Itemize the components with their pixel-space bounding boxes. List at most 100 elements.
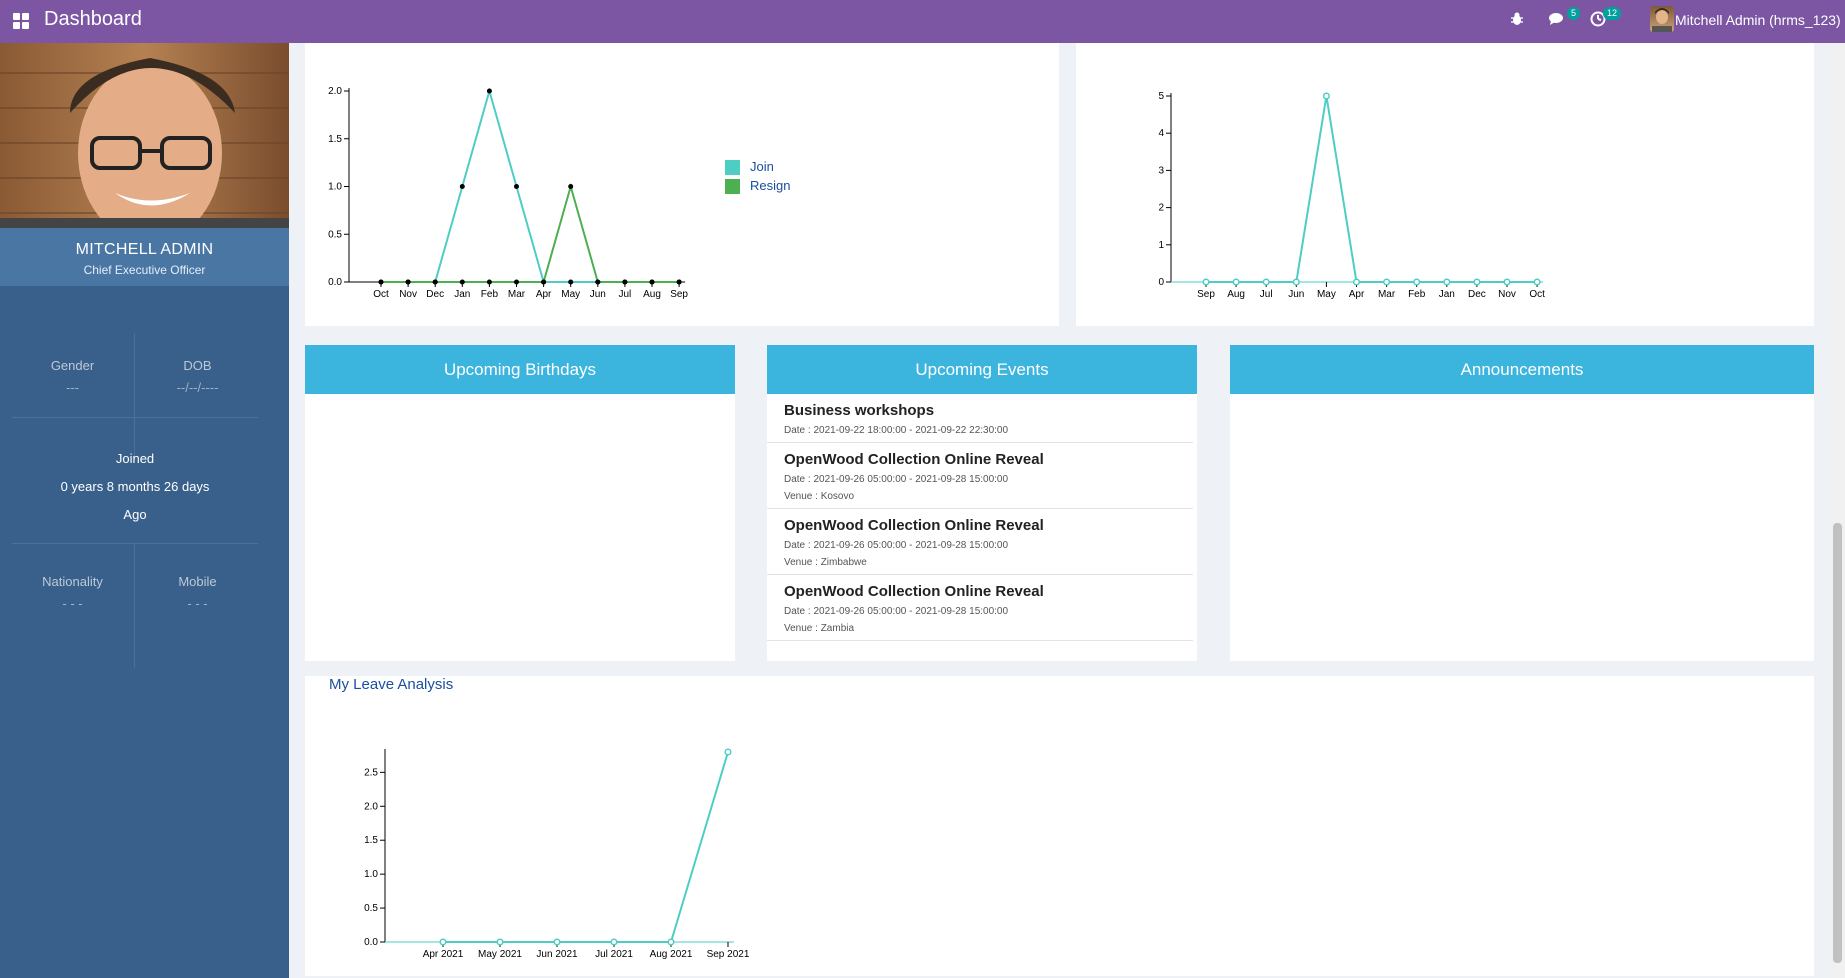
y-tick-label: 0.5 <box>328 229 342 240</box>
data-point <box>1533 278 1541 286</box>
data-point <box>1503 278 1511 286</box>
x-tick-label: Aug <box>643 289 661 300</box>
mobile-label: Mobile <box>178 574 217 589</box>
y-tick-label: 1.0 <box>328 182 342 193</box>
data-point <box>622 279 628 285</box>
x-tick-label: Apr <box>1349 289 1365 300</box>
events-scroll-indicator <box>1193 345 1197 357</box>
data-point <box>1322 92 1330 100</box>
event-date: Date : 2021-09-26 05:00:00 - 2021-09-28 … <box>784 474 1009 485</box>
data-point <box>676 279 682 285</box>
event-venue: Venue : Zambia <box>784 623 855 634</box>
nationality-label: Nationality <box>42 574 103 589</box>
bug-icon[interactable] <box>1508 10 1532 32</box>
event-item[interactable]: OpenWood Collection Online Reveal Date :… <box>767 575 1193 641</box>
data-point <box>459 279 465 285</box>
data-point <box>405 279 411 285</box>
announcements-card: Announcements <box>1230 345 1814 661</box>
joined-info: Joined 0 years 8 months 26 days Ago <box>0 445 270 529</box>
page-scrollbar[interactable] <box>1830 43 1845 978</box>
nationality-value: - - - <box>62 596 83 611</box>
data-point <box>724 748 732 756</box>
gender-value: --- <box>66 380 79 395</box>
event-title: OpenWood Collection Online Reveal <box>784 583 1044 600</box>
data-point <box>553 938 561 946</box>
joined-label: Joined <box>115 451 155 466</box>
y-tick-label: 0 <box>1158 277 1164 288</box>
monthly-trend-chart-card: 0 1 2 3 4 5 Sep Aug Jul Jun May Apr Mar Feb Jan Dec Nov O… <box>1076 43 1814 326</box>
x-tick-label: Jun 2021 <box>536 949 578 960</box>
data-point <box>610 938 618 946</box>
y-tick-label: 0.0 <box>364 937 378 948</box>
event-item[interactable]: OpenWood Collection Online Reveal Date :… <box>767 509 1193 575</box>
event-item[interactable]: OpenWood Collection Online Reveal Date :… <box>767 443 1193 509</box>
x-tick-label: Sep 2021 <box>707 949 750 960</box>
x-tick-label: Jul <box>1260 289 1273 300</box>
y-tick-label: 5 <box>1158 91 1164 102</box>
data-point <box>486 88 492 94</box>
x-tick-label: Jul <box>619 289 632 300</box>
gender-label: Gender <box>50 358 95 373</box>
event-item[interactable]: Business workshops Date : 2021-09-22 18:… <box>767 394 1193 443</box>
data-point <box>486 279 492 285</box>
x-tick-label: Apr <box>536 289 552 300</box>
events-list[interactable]: Business workshops Date : 2021-09-22 18:… <box>767 394 1193 661</box>
x-tick-label: Feb <box>481 289 499 300</box>
user-avatar[interactable] <box>1650 6 1674 32</box>
x-tick-label: Dec <box>1468 289 1486 300</box>
apps-menu-icon[interactable] <box>13 13 29 29</box>
employee-name: MITCHELL ADMIN <box>75 241 214 258</box>
data-point <box>1413 278 1421 286</box>
x-tick-label: Aug 2021 <box>650 949 693 960</box>
y-tick-label: 4 <box>1158 128 1164 139</box>
x-tick-label: Feb <box>1408 289 1426 300</box>
x-tick-label: Jun <box>1288 289 1304 300</box>
activity-badge: 12 <box>1602 7 1621 20</box>
user-menu-label[interactable]: Mitchell Admin (hrms_123) <box>1675 12 1841 28</box>
legend-label: Join <box>750 159 774 174</box>
y-tick-label: 1.5 <box>328 134 342 145</box>
data-point <box>496 938 504 946</box>
legend-swatch <box>725 179 740 194</box>
profile-photo <box>0 43 289 228</box>
leave-analysis-card: My Leave Analysis 0.0 0.5 1.0 1.5 2.0 2.5 Apr … <box>305 676 1814 976</box>
y-tick-label: 2.0 <box>364 801 378 812</box>
leave-analysis-title: My Leave Analysis <box>329 676 454 693</box>
activity-clock-icon[interactable]: 12 <box>1589 7 1621 32</box>
data-point <box>1443 278 1451 286</box>
x-tick-label: Sep <box>1197 289 1215 300</box>
x-tick-label: Dec <box>426 289 444 300</box>
event-title: OpenWood Collection Online Reveal <box>784 451 1044 468</box>
scrollbar-thumb[interactable] <box>1833 523 1842 963</box>
x-tick-label: Mar <box>1378 289 1396 300</box>
series-line-series <box>1206 95 1538 283</box>
upcoming-birthdays-card: Upcoming Birthdays <box>305 345 735 661</box>
data-point <box>514 184 519 189</box>
data-point <box>1292 278 1300 286</box>
divider <box>134 333 135 460</box>
leave-analysis-chart: 0.0 0.5 1.0 1.5 2.0 2.5 Apr 2021 May 2021 Jun 20… <box>364 748 750 960</box>
events-header: Upcoming Events <box>767 345 1197 394</box>
chat-badge: 5 <box>1566 7 1580 20</box>
data-point <box>568 279 574 285</box>
data-point <box>1352 278 1361 286</box>
x-tick-label: Jun <box>590 289 606 300</box>
x-tick-label: Jan <box>1439 289 1455 300</box>
join-resign-chart-card: 0.0 0.5 1.0 1.5 2.0 Oct Nov Dec Jan Feb Mar Apr May J… <box>305 43 1059 326</box>
data-point <box>514 279 519 285</box>
data-point <box>667 938 675 946</box>
event-date: Date : 2021-09-22 18:00:00 - 2021-09-22 … <box>784 425 1009 436</box>
joined-value: 0 years 8 months 26 days <box>60 479 210 494</box>
employee-role: Chief Executive Officer <box>83 263 206 277</box>
join-resign-chart: 0.0 0.5 1.0 1.5 2.0 Oct Nov Dec Jan Feb Mar Apr May J… <box>328 86 790 300</box>
x-tick-label: Apr 2021 <box>423 949 464 960</box>
data-point <box>595 279 601 285</box>
mobile-info: Mobile - - - <box>135 574 260 611</box>
event-venue: Venue : Zimbabwe <box>784 557 867 568</box>
page-title: Dashboard <box>44 8 142 30</box>
divider <box>12 417 258 418</box>
data-point <box>459 184 465 189</box>
chat-icon[interactable]: 5 <box>1548 7 1580 32</box>
y-tick-label: 1.5 <box>364 835 378 846</box>
data-point <box>378 279 384 285</box>
